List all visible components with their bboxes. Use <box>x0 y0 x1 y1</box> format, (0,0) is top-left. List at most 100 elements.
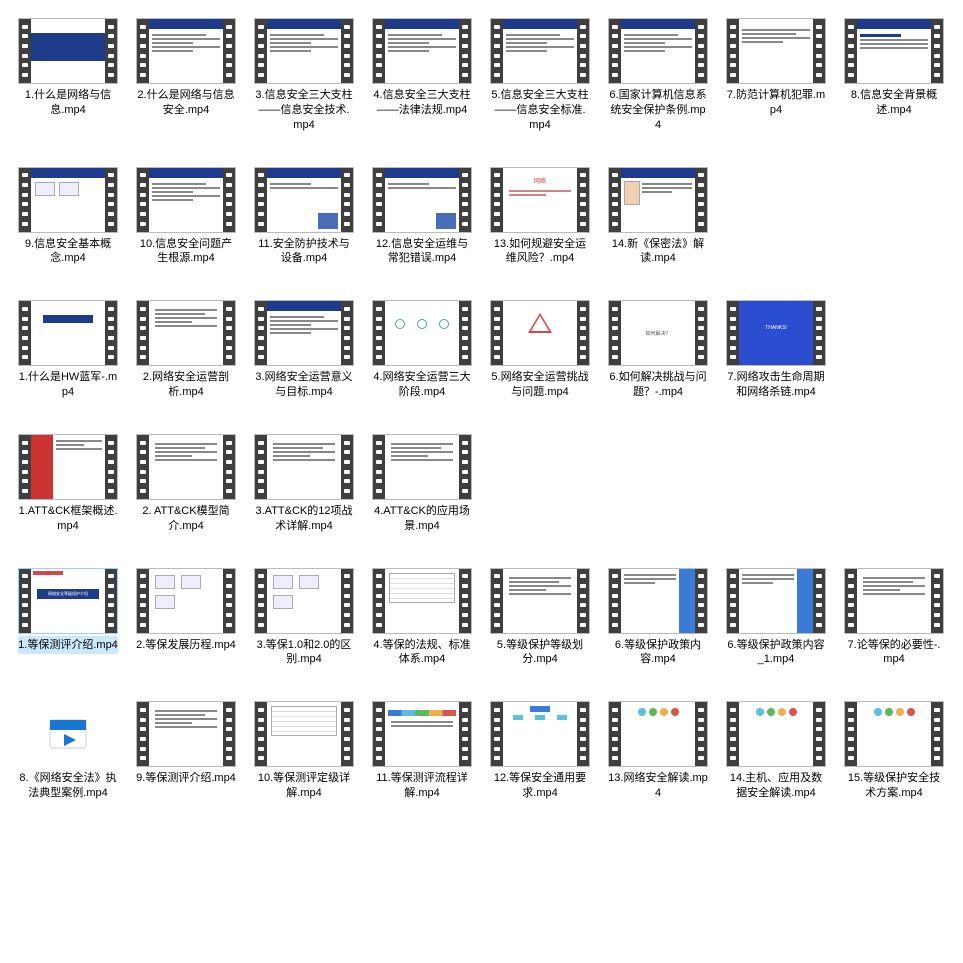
filmstrip-right <box>223 569 235 633</box>
file-item[interactable]: 4.信息安全三大支柱——法律法规.mp4 <box>372 18 472 135</box>
filmstrip-left <box>19 435 31 499</box>
filmstrip-left <box>373 301 385 365</box>
slide-preview <box>267 435 341 499</box>
file-label: 2.等保发展历程.mp4 <box>136 636 236 655</box>
file-item[interactable]: 14.主机、应用及数据安全解读.mp4 <box>726 701 826 803</box>
video-thumbnail <box>254 167 354 233</box>
file-item[interactable]: 4.网络安全运营三大阶段.mp4 <box>372 300 472 402</box>
video-thumbnail <box>18 300 118 366</box>
video-thumbnail <box>490 300 590 366</box>
filmstrip-right <box>223 435 235 499</box>
file-item[interactable]: 9.等保测评介绍.mp4 <box>136 701 236 803</box>
filmstrip-right <box>105 19 117 83</box>
filmstrip-right <box>341 301 353 365</box>
file-item[interactable]: 6.等级保护政策内容.mp4 <box>608 568 708 670</box>
video-thumbnail <box>726 18 826 84</box>
filmstrip-left <box>491 301 503 365</box>
video-thumbnail <box>372 300 472 366</box>
file-item[interactable]: 1.ATT&CK框架概述.mp4 <box>18 434 118 536</box>
slide-preview <box>385 19 459 83</box>
video-thumbnail: 如何解决？ <box>608 300 708 366</box>
filmstrip-left <box>845 19 857 83</box>
filmstrip-right <box>813 702 825 766</box>
file-item[interactable]: 3.网络安全运营意义与目标.mp4 <box>254 300 354 402</box>
video-thumbnail <box>18 18 118 84</box>
slide-preview <box>267 702 341 766</box>
slide-preview <box>621 569 695 633</box>
file-item[interactable]: 如何解决？ 6.如何解决挑战与问题？-.mp4 <box>608 300 708 402</box>
file-item[interactable]: 7.防范计算机犯罪.mp4 <box>726 18 826 135</box>
filmstrip-right <box>341 569 353 633</box>
file-label: 5.网络安全运营挑战与问题.mp4 <box>490 368 590 402</box>
file-label: 10.等保测评定级详解.mp4 <box>254 769 354 803</box>
file-item[interactable]: 12.等保安全通用要求.mp4 <box>490 701 590 803</box>
file-item[interactable]: 11.等保测评流程详解.mp4 <box>372 701 472 803</box>
slide-preview <box>149 168 223 232</box>
video-thumbnail <box>372 701 472 767</box>
file-item[interactable]: 7.论等保的必要性-.mp4 <box>844 568 944 670</box>
file-label: 7.网络攻击生命周期和网络杀链.mp4 <box>726 368 826 402</box>
filmstrip-left <box>373 19 385 83</box>
file-item[interactable]: 14.新《保密法》解读.mp4 <box>608 167 708 269</box>
file-label: 7.防范计算机犯罪.mp4 <box>726 86 826 120</box>
file-item[interactable]: 2.等保发展历程.mp4 <box>136 568 236 670</box>
file-item[interactable]: 2.网络安全运营剖析.mp4 <box>136 300 236 402</box>
file-item[interactable]: 11.安全防护技术与设备.mp4 <box>254 167 354 269</box>
file-item[interactable]: 4.ATT&CK的应用场景.mp4 <box>372 434 472 536</box>
file-item[interactable]: 6.等级保护政策内容_1.mp4 <box>726 568 826 670</box>
filmstrip-left <box>727 301 739 365</box>
file-item[interactable]: 3.ATT&CK的12项战术详解.mp4 <box>254 434 354 536</box>
file-item[interactable]: 9.信息安全基本概念.mp4 <box>18 167 118 269</box>
file-item[interactable]: 1.什么是网络与信息.mp4 <box>18 18 118 135</box>
file-item[interactable]: 3.等保1.0和2.0的区别.mp4 <box>254 568 354 670</box>
file-label: 2.网络安全运营剖析.mp4 <box>136 368 236 402</box>
file-item[interactable]: 2. ATT&CK模型简介.mp4 <box>136 434 236 536</box>
filmstrip-right <box>105 569 117 633</box>
filmstrip-right <box>223 301 235 365</box>
file-item[interactable]: 3.信息安全三大支柱——信息安全技术.mp4 <box>254 18 354 135</box>
file-label: 4.ATT&CK的应用场景.mp4 <box>372 502 472 536</box>
slide-preview <box>739 19 813 83</box>
file-label: 11.等保测评流程详解.mp4 <box>372 769 472 803</box>
filmstrip-left <box>491 569 503 633</box>
slide-preview <box>149 301 223 365</box>
video-app-icon <box>18 701 118 767</box>
filmstrip-left <box>609 19 621 83</box>
file-item[interactable]: 网络 13.如何规避安全运维风险？.mp4 <box>490 167 590 269</box>
file-item[interactable]: 10.等保测评定级详解.mp4 <box>254 701 354 803</box>
filmstrip-right <box>341 19 353 83</box>
file-label: 1.ATT&CK框架概述.mp4 <box>18 502 118 536</box>
file-item[interactable]: 10.信息安全问题产生根源.mp4 <box>136 167 236 269</box>
slide-preview: 网络安全等级保护介绍 <box>31 569 105 633</box>
filmstrip-left <box>491 702 503 766</box>
file-item[interactable]: 2.什么是网络与信息安全.mp4 <box>136 18 236 135</box>
filmstrip-left <box>137 702 149 766</box>
slide-preview <box>739 569 813 633</box>
file-item[interactable]: 4.等保的法规、标准体系.mp4 <box>372 568 472 670</box>
file-label: 15.等级保护安全技术方案.mp4 <box>844 769 944 803</box>
file-item[interactable]: 6.国家计算机信息系统安全保护条例.mp4 <box>608 18 708 135</box>
file-item[interactable]: 1.什么是HW蓝军-.mp4 <box>18 300 118 402</box>
file-label: 6.如何解决挑战与问题？-.mp4 <box>608 368 708 402</box>
file-item[interactable]: 8.信息安全背景概述.mp4 <box>844 18 944 135</box>
file-label: 1.什么是HW蓝军-.mp4 <box>18 368 118 402</box>
slide-preview <box>503 19 577 83</box>
filmstrip-left <box>255 168 267 232</box>
file-label: 6.国家计算机信息系统安全保护条例.mp4 <box>608 86 708 135</box>
file-item[interactable]: THANKS! 7.网络攻击生命周期和网络杀链.mp4 <box>726 300 826 402</box>
file-label: 3.信息安全三大支柱——信息安全技术.mp4 <box>254 86 354 135</box>
file-label: 3.网络安全运营意义与目标.mp4 <box>254 368 354 402</box>
file-item[interactable]: 15.等级保护安全技术方案.mp4 <box>844 701 944 803</box>
filmstrip-right <box>105 435 117 499</box>
filmstrip-left <box>373 702 385 766</box>
file-item[interactable]: 5.等级保护等级划分.mp4 <box>490 568 590 670</box>
file-grid: 1.什么是网络与信息.mp4 2.什么是网络与信息安全.mp4 3.信息安全三大… <box>18 18 945 831</box>
file-item[interactable]: 13.网络安全解读.mp4 <box>608 701 708 803</box>
file-item[interactable]: 网络安全等级保护介绍 1.等保测评介绍.mp4 <box>18 568 118 670</box>
file-item[interactable]: 12.信息安全运维与常犯错误.mp4 <box>372 167 472 269</box>
file-item[interactable]: 5.信息安全三大支柱——信息安全标准.mp4 <box>490 18 590 135</box>
file-item[interactable]: 8.《网络安全法》执法典型案例.mp4 <box>18 701 118 803</box>
filmstrip-right <box>577 301 589 365</box>
file-item[interactable]: 5.网络安全运营挑战与问题.mp4 <box>490 300 590 402</box>
video-thumbnail <box>254 434 354 500</box>
